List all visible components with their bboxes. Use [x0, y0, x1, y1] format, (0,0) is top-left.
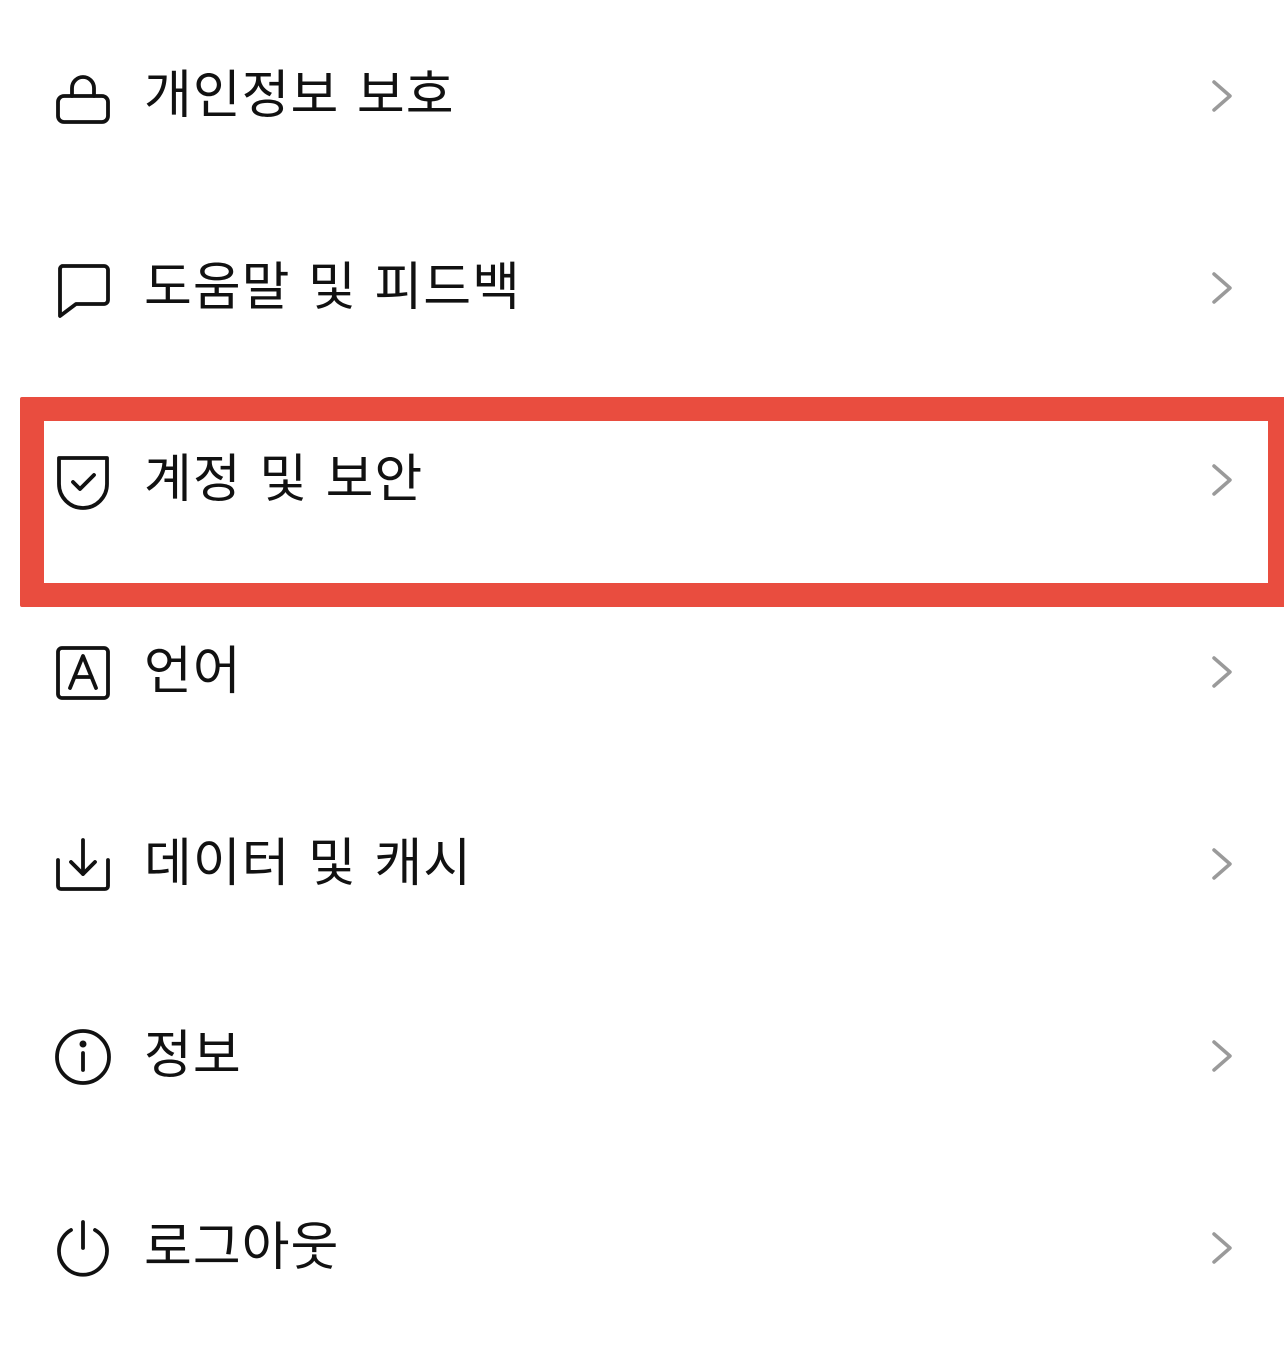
menu-item-help-feedback[interactable]: 도움말 및 피드백 — [0, 213, 1284, 363]
chevron-right-icon — [1202, 76, 1242, 116]
chevron-right-icon — [1202, 844, 1242, 884]
menu-item-label: 도움말 및 피드백 — [144, 258, 521, 318]
chevron-right-icon — [1202, 460, 1242, 500]
menu-item-label: 계정 및 보안 — [144, 450, 424, 510]
menu-item-logout[interactable]: 로그아웃 — [0, 1173, 1284, 1323]
menu-item-label: 언어 — [144, 642, 242, 702]
settings-menu: 개인정보 보호 도움말 및 피드백 계정 및 보안 언어 데이터 및 캐시 정보… — [0, 0, 1284, 1347]
menu-item-label: 로그아웃 — [144, 1218, 340, 1278]
lock-icon — [52, 66, 114, 128]
chat-bubble-icon — [52, 258, 114, 320]
menu-item-label: 개인정보 보호 — [144, 66, 455, 126]
menu-item-privacy[interactable]: 개인정보 보호 — [0, 21, 1284, 171]
menu-item-language[interactable]: 언어 — [0, 597, 1284, 747]
chevron-right-icon — [1202, 1228, 1242, 1268]
power-icon — [52, 1218, 114, 1280]
menu-item-label: 정보 — [144, 1026, 242, 1086]
menu-item-data-cache[interactable]: 데이터 및 캐시 — [0, 789, 1284, 939]
chevron-right-icon — [1202, 1036, 1242, 1076]
chevron-right-icon — [1202, 268, 1242, 308]
info-icon — [52, 1026, 114, 1088]
menu-item-label: 데이터 및 캐시 — [144, 834, 473, 894]
language-icon — [52, 642, 114, 704]
menu-item-info[interactable]: 정보 — [0, 981, 1284, 1131]
shield-check-icon — [52, 450, 114, 512]
chevron-right-icon — [1202, 652, 1242, 692]
menu-item-account-security[interactable]: 계정 및 보안 — [0, 405, 1284, 555]
download-icon — [52, 834, 114, 896]
